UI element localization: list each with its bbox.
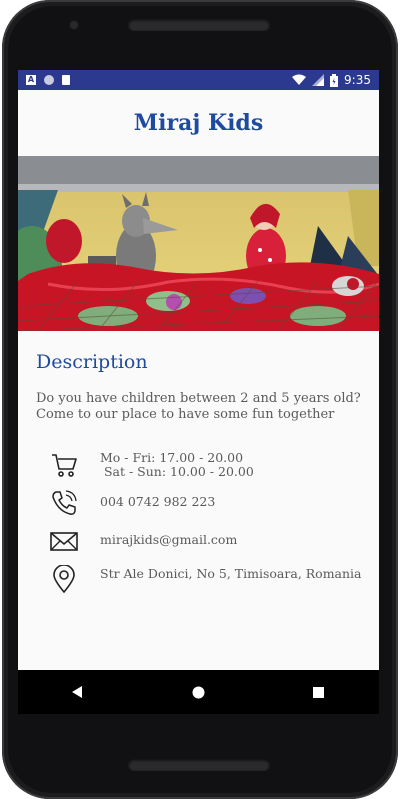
- hours-weekend: Sat - Sun: 10.00 - 20.00: [100, 464, 254, 479]
- recents-button[interactable]: [299, 672, 339, 712]
- location-pin-icon: [53, 565, 75, 593]
- wifi-icon: [292, 74, 307, 85]
- envelope-icon: [50, 532, 78, 551]
- home-icon: [192, 686, 205, 698]
- cart-icon: [52, 454, 77, 477]
- description-heading: Description: [36, 351, 148, 373]
- bottom-speaker: [128, 759, 270, 771]
- phone-number[interactable]: 004 0742 982 223: [100, 489, 215, 509]
- battery-icon: [330, 73, 339, 87]
- recents-icon: [313, 686, 325, 698]
- hours-weekday: Mo - Fri: 17.00 - 20.00: [100, 450, 244, 465]
- circle-icon: [44, 75, 54, 85]
- status-time: 9:35: [344, 73, 371, 87]
- signal-icon: [312, 74, 325, 86]
- opening-hours-row: Mo - Fri: 17.00 - 20.00 Sat - Sun: 10.00…: [36, 451, 361, 479]
- puppet-scene: [18, 156, 379, 331]
- back-button[interactable]: [58, 672, 98, 712]
- description-line-1: Do you have children between 2 and 5 yea…: [36, 391, 361, 406]
- email-address[interactable]: mirajkids@gmail.com: [100, 527, 237, 547]
- back-icon: [72, 686, 83, 698]
- content-section: Description Do you have children between…: [18, 331, 379, 593]
- description-text: Do you have children between 2 and 5 yea…: [36, 391, 361, 423]
- top-speaker: [128, 19, 270, 31]
- phone-row[interactable]: 004 0742 982 223: [36, 489, 361, 517]
- home-button[interactable]: [178, 672, 218, 712]
- phone-icon: [52, 490, 77, 515]
- navigation-bar: [18, 670, 379, 714]
- app-title: Miraj Kids: [18, 90, 379, 156]
- address-row[interactable]: Str Ale Donici, No 5, Timisoara, Romania: [36, 565, 362, 593]
- address-text[interactable]: Str Ale Donici, No 5, Timisoara, Romania: [100, 565, 362, 581]
- android-notification-icon: A: [26, 75, 36, 85]
- sd-card-icon: [62, 75, 70, 85]
- opening-hours-text: Mo - Fri: 17.00 - 20.00 Sat - Sun: 10.00…: [100, 451, 254, 479]
- description-line-2: Come to our place to have some fun toget…: [36, 407, 335, 422]
- puppet-show-image: [18, 156, 379, 331]
- app-screen: A 9:35 Miraj Kids Description Do you hav…: [18, 70, 379, 714]
- email-row[interactable]: mirajkids@gmail.com: [36, 527, 361, 555]
- status-bar: A 9:35: [18, 70, 379, 90]
- front-camera: [69, 20, 79, 30]
- status-right: 9:35: [292, 73, 371, 87]
